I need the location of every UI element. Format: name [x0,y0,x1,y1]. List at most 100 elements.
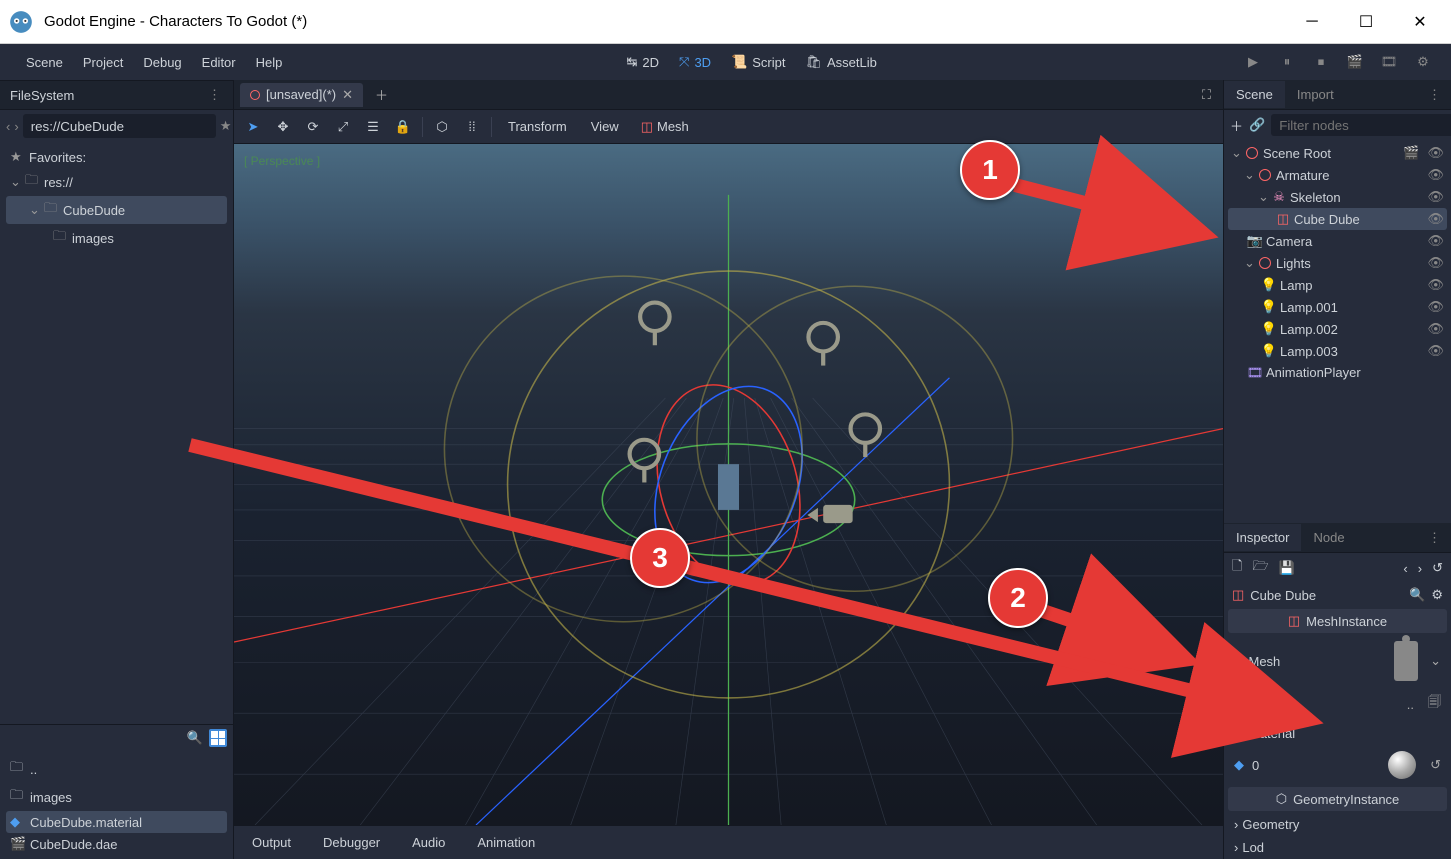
material-preview[interactable] [1388,751,1416,779]
clapboard-icon[interactable]: 🎬 [1403,145,1423,161]
3d-viewport[interactable]: [ Perspective ] [234,144,1223,825]
resource-save-icon[interactable]: 💾 [1279,560,1295,576]
move-tool-icon[interactable]: ✥ [272,116,294,138]
file-search-icon[interactable]: 🔍 [187,730,203,746]
resource-new-icon[interactable]: 🗋 [1232,557,1242,579]
visibility-icon[interactable]: 👁 [1427,255,1444,271]
link-node-icon[interactable]: 🔗 [1249,115,1265,135]
visibility-icon[interactable]: 👁 [1427,321,1444,337]
node-lamp-001[interactable]: 💡Lamp.001👁 [1228,296,1447,318]
section-meshinstance[interactable]: ◫MeshInstance [1228,609,1447,633]
file-grid-view-icon[interactable] [209,729,227,747]
output-tab[interactable]: Output [246,831,297,854]
play-scene-button[interactable]: 🎬 [1343,50,1367,74]
select-tool-icon[interactable]: ➤ [242,116,264,138]
play-custom-button[interactable]: 🎞 [1377,50,1401,74]
folder-cubedude[interactable]: ⌄🗀CubeDude [6,196,227,224]
file-dae[interactable]: 🎬CubeDude.dae [6,833,227,855]
inspect-search-icon[interactable]: 🔍 [1409,587,1425,603]
favorites-label[interactable]: ★Favorites: [6,146,227,168]
nav-back-icon[interactable]: ‹ [6,116,10,136]
category-geometry[interactable]: ›Geometry [1224,813,1451,836]
mesh-thumbnail[interactable] [1394,641,1418,681]
mesh-menu[interactable]: ◫Mesh [635,119,695,135]
node-lights[interactable]: ⌄Lights👁 [1228,252,1447,274]
workspace-3d[interactable]: ⤧3D [669,50,721,74]
category-material[interactable]: ⌄Material [1224,721,1451,745]
node-lamp-002[interactable]: 💡Lamp.002👁 [1228,318,1447,340]
prop-skeleton[interactable]: Skeleton .. 🗐 [1224,687,1451,721]
section-geometryinstance[interactable]: ⬡GeometryInstance [1228,787,1447,811]
node-skeleton[interactable]: ⌄☠Skeleton👁 [1228,186,1447,208]
nav-forward-icon[interactable]: › [14,116,18,136]
workspace-2d[interactable]: ↹2D [617,50,670,74]
list-tool-icon[interactable]: ☰ [362,116,384,138]
stop-button[interactable]: ⏹ [1309,50,1333,74]
node-animation-player[interactable]: 🎞AnimationPlayer [1228,362,1447,383]
category-lod[interactable]: ›Lod [1224,836,1451,859]
visibility-icon[interactable]: 👁 [1427,145,1444,161]
scene-tab[interactable]: [unsaved](*) ✕ [240,83,363,107]
tab-close-icon[interactable]: ✕ [342,87,353,103]
material-reset-icon[interactable]: ↺ [1424,757,1441,773]
filter-nodes-input[interactable] [1271,114,1451,136]
menu-help[interactable]: Help [246,49,293,76]
inspector-tab[interactable]: Inspector [1224,524,1301,551]
maximize-button[interactable]: ☐ [1351,7,1381,37]
workspace-script[interactable]: 📜Script [721,50,795,74]
render-settings-icon[interactable]: ⚙ [1411,50,1435,74]
distraction-free-icon[interactable]: ⛶ [1196,87,1217,103]
scale-tool-icon[interactable]: ⤢ [332,116,354,138]
rotate-tool-icon[interactable]: ⟳ [302,116,324,138]
audio-tab[interactable]: Audio [406,831,451,854]
transform-menu[interactable]: Transform [500,119,575,134]
view-menu[interactable]: View [583,119,627,134]
node-camera[interactable]: 📷Camera👁 [1228,230,1447,252]
menu-project[interactable]: Project [73,49,133,76]
scene-panel-menu-icon[interactable]: ⋮ [1420,87,1451,103]
visibility-icon[interactable]: 👁 [1427,277,1444,293]
import-tab[interactable]: Import [1285,81,1346,108]
snap-tool-icon[interactable]: ⁞⁞ [461,116,483,138]
path-input[interactable] [23,114,216,138]
inspect-settings-icon[interactable]: ⚙ [1431,587,1443,603]
visibility-icon[interactable]: 👁 [1427,343,1444,359]
skeleton-assign-icon[interactable]: 🗐 [1422,693,1441,715]
res-root[interactable]: ⌄🗀res:// [6,168,227,196]
file-material[interactable]: ◆CubeDube.material [6,811,227,833]
node-lamp[interactable]: 💡Lamp👁 [1228,274,1447,296]
history-icon[interactable]: ↺ [1432,560,1443,576]
file-up[interactable]: 🗀.. [6,755,227,783]
menu-editor[interactable]: Editor [192,49,246,76]
debugger-tab[interactable]: Debugger [317,831,386,854]
visibility-icon[interactable]: 👁 [1427,233,1444,249]
history-forward-icon[interactable]: › [1418,561,1422,576]
inspector-menu-icon[interactable]: ⋮ [1420,530,1451,546]
pause-button[interactable]: ⏸ [1275,50,1299,74]
node-lamp-003[interactable]: 💡Lamp.003👁 [1228,340,1447,362]
favorite-icon[interactable]: ★ [220,118,232,134]
visibility-icon[interactable]: 👁 [1427,189,1444,205]
node-scene-root[interactable]: ⌄Scene Root🎬👁 [1228,142,1447,164]
close-button[interactable]: ✕ [1405,7,1435,37]
prop-mesh[interactable]: ⁑ Mesh ⌄ [1224,635,1451,687]
filesystem-menu-icon[interactable]: ⋮ [208,87,223,103]
workspace-assetlib[interactable]: 🛍AssetLib [795,50,886,74]
scene-tab[interactable]: Scene [1224,81,1285,108]
menu-scene[interactable]: Scene [16,49,73,76]
resource-load-icon[interactable]: 🗁 [1252,557,1268,579]
node-tab[interactable]: Node [1301,524,1356,551]
history-back-icon[interactable]: ‹ [1403,561,1407,576]
add-node-icon[interactable]: ＋ [1230,115,1243,135]
lock-tool-icon[interactable]: 🔒 [392,116,414,138]
visibility-icon[interactable]: 👁 [1427,167,1444,183]
add-tab-icon[interactable]: ＋ [369,85,394,104]
file-images[interactable]: 🗀images [6,783,227,811]
cube-tool-icon[interactable]: ⬡ [431,116,453,138]
node-cube-dube[interactable]: ◫Cube Dube👁 [1228,208,1447,230]
visibility-icon[interactable]: 👁 [1427,211,1444,227]
folder-images[interactable]: 🗀images [6,224,227,252]
animation-tab[interactable]: Animation [471,831,541,854]
visibility-icon[interactable]: 👁 [1427,299,1444,315]
play-button[interactable]: ▶ [1241,50,1265,74]
